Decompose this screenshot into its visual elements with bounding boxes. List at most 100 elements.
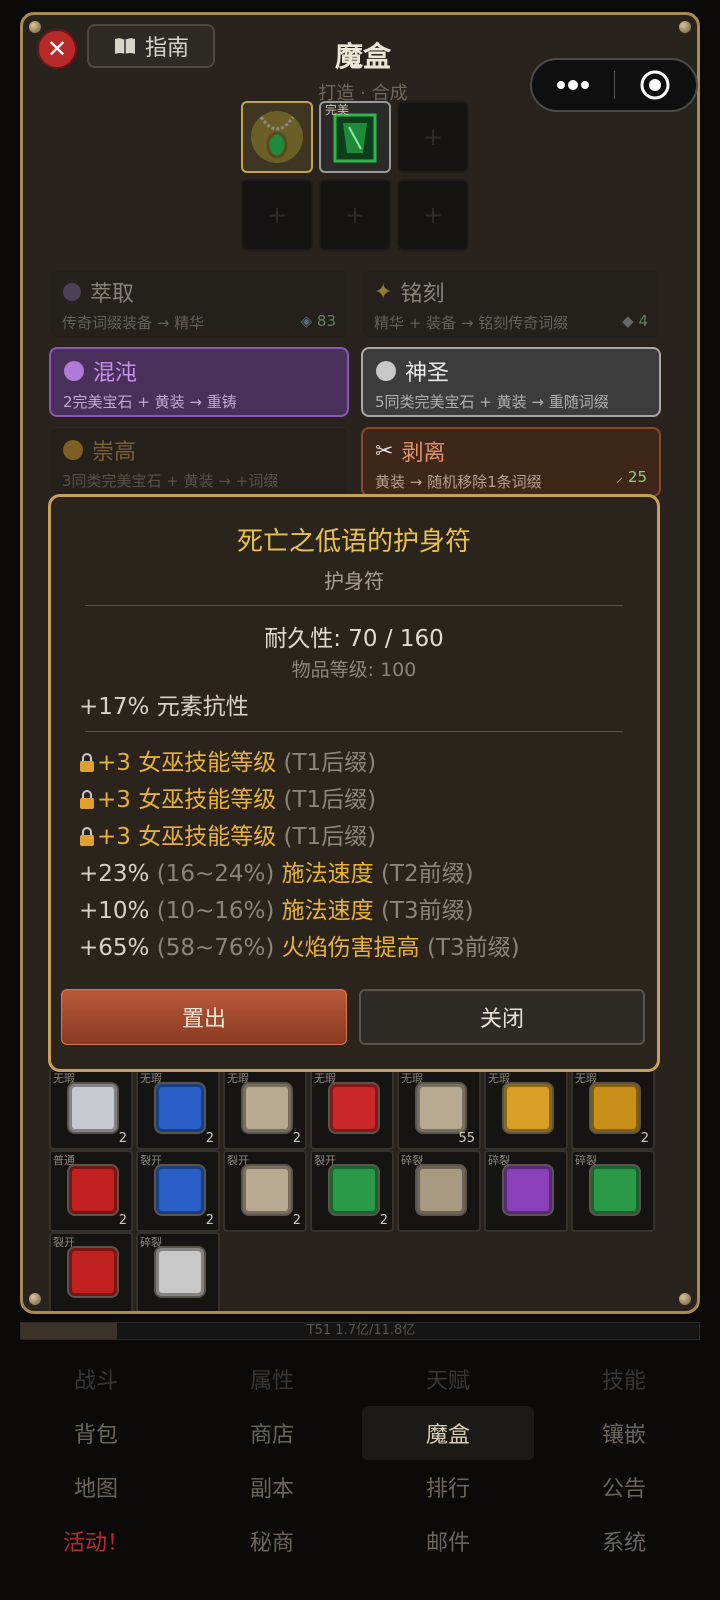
affix-value: +10%: [79, 898, 150, 924]
nav-tab[interactable]: 地图: [10, 1460, 182, 1514]
card-chaos[interactable]: 混沌 2完美宝石 + 黄装 → 重铸: [49, 347, 349, 417]
topaz-gem-icon: [504, 1084, 552, 1132]
item-count: 2: [292, 1131, 301, 1146]
item-count: 2: [379, 1213, 388, 1228]
inventory-item[interactable]: 碎裂: [136, 1232, 220, 1311]
nav-tab[interactable]: 背包: [10, 1406, 182, 1460]
exp-bar: T51 1.7亿/11.8亿: [20, 1322, 700, 1340]
inventory-item[interactable]: 碎裂: [397, 1150, 481, 1232]
affix-name: 女巫技能等级: [130, 824, 277, 850]
inventory-item[interactable]: 无瑕 2: [571, 1068, 655, 1150]
craft-slot-3[interactable]: +: [397, 101, 469, 173]
lock-icon: [80, 790, 94, 809]
nav-tab[interactable]: 活动！: [10, 1514, 182, 1568]
place-out-button[interactable]: 置出: [61, 989, 347, 1045]
inventory-item[interactable]: 无瑕 55: [397, 1068, 481, 1150]
item-count: 2: [118, 1213, 127, 1228]
plus-icon: +: [266, 201, 288, 229]
affix-name: 女巫技能等级: [130, 750, 277, 776]
durability: 耐久性: 70 / 160: [264, 626, 444, 652]
skull-gem-icon: [417, 1166, 465, 1214]
nav-tab[interactable]: 魔盒: [362, 1406, 534, 1460]
affix-line: +10% (10~16%) 施法速度 (T3前缀): [79, 891, 474, 925]
inventory-item[interactable]: 无瑕: [310, 1068, 394, 1150]
card-exalt[interactable]: 崇高 3同类完美宝石 + 黄装 → +词缀: [49, 427, 349, 497]
exp-bar-text: T51 1.7亿/11.8亿: [306, 1323, 416, 1338]
inventory-item[interactable]: 普通 2: [49, 1150, 133, 1232]
nav-tab[interactable]: 排行: [362, 1460, 534, 1514]
craft-slot-4[interactable]: +: [241, 179, 313, 251]
lock-icon: [80, 753, 94, 772]
plus-icon: +: [422, 201, 444, 229]
modal-close-button[interactable]: 关闭: [359, 989, 645, 1045]
nav-tab[interactable]: 商店: [186, 1406, 358, 1460]
emerald-gem-icon: [591, 1166, 639, 1214]
sapphire-gem-icon: [156, 1166, 204, 1214]
item-type: 护身符: [324, 569, 384, 593]
holy-orb-icon: [376, 361, 396, 381]
amber-gem-icon: [591, 1084, 639, 1132]
skull-gem-icon: [243, 1084, 291, 1132]
lock-icon: [80, 827, 94, 846]
rivet-decoration: [679, 1293, 691, 1305]
craft-slot-5[interactable]: +: [319, 179, 391, 251]
slot-quality-tag: 完美: [325, 103, 350, 117]
scissors-icon: ✂: [375, 438, 394, 464]
ruby-gem-icon: [69, 1166, 117, 1214]
inventory-item[interactable]: 裂开: [49, 1232, 133, 1311]
card-strip[interactable]: ✂ 剥离 黄装 → 随机移除1条词缀 ⸝ 25: [361, 427, 661, 497]
inventory-item[interactable]: 无瑕 2: [223, 1068, 307, 1150]
nav-tab[interactable]: 系统: [538, 1514, 710, 1568]
nav-tab[interactable]: 副本: [186, 1460, 358, 1514]
diamond-gem-icon: [69, 1084, 117, 1132]
nav-tab[interactable]: 天赋: [362, 1352, 534, 1406]
rivet-decoration: [29, 1293, 41, 1305]
inventory-item[interactable]: 无瑕 2: [136, 1068, 220, 1150]
skull-gem-icon: [417, 1084, 465, 1132]
target-icon: [640, 70, 670, 100]
craft-slot-2[interactable]: 完美: [319, 101, 391, 173]
nav-tab[interactable]: 秘商: [186, 1514, 358, 1568]
rivet-decoration: [679, 21, 691, 33]
card-extract[interactable]: 萃取 传奇词缀装备 → 精华 ◈ 83: [49, 269, 349, 339]
craft-slot-1[interactable]: [241, 101, 313, 173]
affix-line: +65% (58~76%) 火焰伤害提高 (T3前缀): [79, 928, 520, 962]
affix-value: +65%: [79, 935, 150, 961]
diamond-gem-icon: [156, 1248, 204, 1296]
inventory-item[interactable]: 无瑕 2: [49, 1068, 133, 1150]
affix-name: 施法速度: [274, 861, 374, 887]
affix-tier: (T3前缀): [373, 898, 474, 924]
affix-tier: (T1后缀): [276, 824, 377, 850]
inventory-item[interactable]: 碎裂: [571, 1150, 655, 1232]
inventory-item[interactable]: 碎裂: [484, 1150, 568, 1232]
item-level: 物品等级: 100: [291, 659, 417, 681]
amulet-icon: [251, 111, 303, 163]
inventory-item[interactable]: 无瑕: [484, 1068, 568, 1150]
nav-tab[interactable]: 战斗: [10, 1352, 182, 1406]
affix-tier: (T3前缀): [419, 935, 520, 961]
nav-tab[interactable]: 镶嵌: [538, 1406, 710, 1460]
exit-button[interactable]: [615, 60, 697, 110]
sapphire-gem-icon: [156, 1084, 204, 1132]
plus-icon: +: [344, 201, 366, 229]
nav-tab[interactable]: 公告: [538, 1460, 710, 1514]
affix-name: 施法速度: [274, 898, 374, 924]
affix-value: +3: [97, 750, 131, 776]
inventory-item[interactable]: 裂开 2: [223, 1150, 307, 1232]
implicit-affix: +17% 元素抗性: [79, 694, 249, 720]
inventory-item[interactable]: 裂开 2: [136, 1150, 220, 1232]
card-holy[interactable]: 神圣 5同类完美宝石 + 黄装 → 重随词缀: [361, 347, 661, 417]
affix-tier: (T1后缀): [276, 787, 377, 813]
nav-tab[interactable]: 邮件: [362, 1514, 534, 1568]
miniprogram-capsule: [530, 58, 698, 112]
orb-icon: [63, 283, 81, 301]
rivet-decoration: [29, 21, 41, 33]
nav-tab[interactable]: 属性: [186, 1352, 358, 1406]
skull-gem-icon: [243, 1166, 291, 1214]
nav-tab[interactable]: 技能: [538, 1352, 710, 1406]
more-button[interactable]: [532, 60, 614, 110]
item-detail-modal: 死亡之低语的护身符 护身符 耐久性: 70 / 160 物品等级: 100 +1…: [48, 494, 660, 1072]
card-engrave[interactable]: ✦ 铭刻 精华 + 装备 → 铭刻传奇词缀 ◆ 4: [361, 269, 661, 339]
inventory-item[interactable]: 裂开 2: [310, 1150, 394, 1232]
craft-slot-6[interactable]: +: [397, 179, 469, 251]
